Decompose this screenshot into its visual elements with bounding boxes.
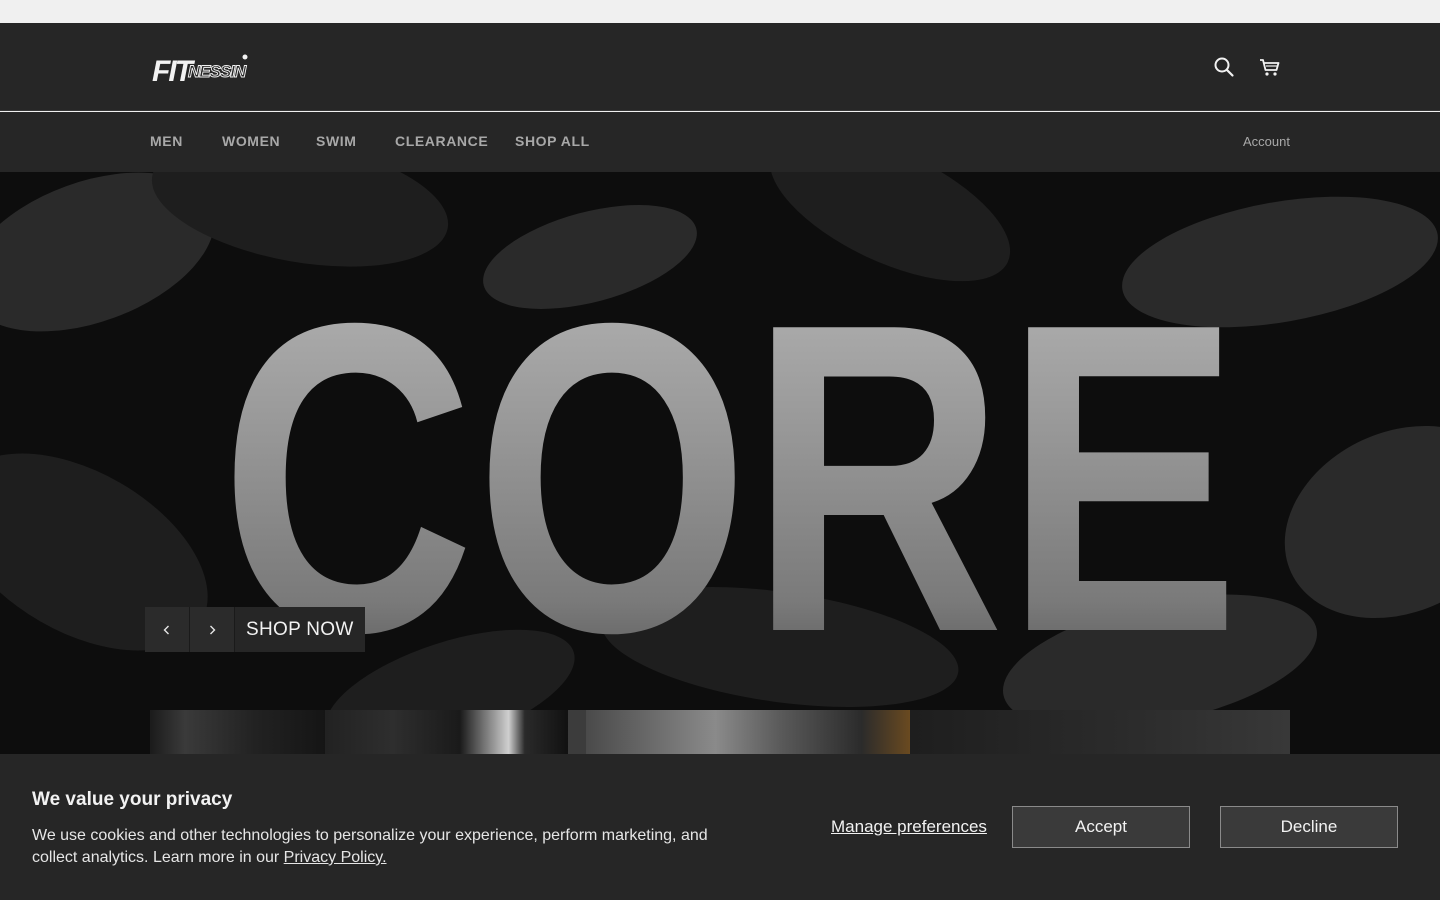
chevron-right-icon: [210, 625, 216, 634]
feature-image[interactable]: [325, 710, 460, 754]
featured-images-strip: [150, 710, 1290, 754]
decline-button[interactable]: Decline: [1220, 806, 1398, 848]
account-link[interactable]: Account: [1243, 134, 1290, 149]
chevron-left-icon: [163, 625, 169, 634]
hero-slideshow: CORE SHOP NOW: [0, 172, 1440, 754]
cookie-title: We value your privacy: [32, 789, 233, 810]
shop-now-button[interactable]: SHOP NOW: [235, 607, 365, 652]
site-header: FIT NESSIN: [0, 23, 1440, 111]
nav-item-swim[interactable]: SWIM: [316, 133, 357, 149]
brand-logo[interactable]: FIT NESSIN: [150, 51, 250, 88]
slider-controls: SHOP NOW: [145, 607, 365, 652]
svg-text:NESSIN: NESSIN: [188, 62, 247, 81]
nav-item-shop-all[interactable]: SHOP ALL: [515, 133, 590, 149]
next-slide-button[interactable]: [190, 607, 235, 652]
cart-icon[interactable]: [1258, 55, 1282, 79]
svg-text:CORE: CORE: [220, 233, 1240, 724]
top-strip: [0, 0, 1440, 23]
manage-preferences-link[interactable]: Manage preferences: [831, 817, 987, 837]
main-nav: MEN WOMEN SWIM CLEARANCE SHOP ALL Accoun…: [0, 112, 1440, 172]
accept-button[interactable]: Accept: [1012, 806, 1190, 848]
feature-image[interactable]: [586, 710, 910, 754]
nav-item-men[interactable]: MEN: [150, 133, 183, 149]
cookie-consent-banner: We value your privacy We use cookies and…: [0, 754, 1440, 900]
privacy-policy-link[interactable]: Privacy Policy.: [284, 849, 387, 866]
cookie-description: We use cookies and other technologies to…: [32, 827, 708, 866]
feature-image[interactable]: [910, 710, 1290, 754]
feature-image[interactable]: [460, 710, 568, 754]
core-headline: CORE: [220, 233, 1240, 724]
prev-slide-button[interactable]: [145, 607, 190, 652]
search-icon[interactable]: [1212, 55, 1236, 79]
feature-image[interactable]: [150, 710, 325, 754]
nav-item-clearance[interactable]: CLEARANCE: [395, 133, 488, 149]
nav-item-women[interactable]: WOMEN: [222, 133, 280, 149]
